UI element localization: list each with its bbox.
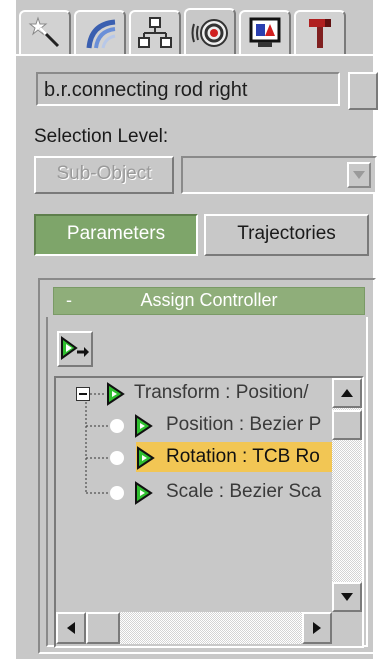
sub-object-button[interactable]: Sub-Object (34, 156, 174, 194)
tree-item-position[interactable]: Position : Bezier P (166, 414, 321, 436)
scroll-right-button[interactable] (302, 612, 332, 644)
assign-controller-button[interactable] (57, 331, 93, 367)
motion-wheel-icon (191, 19, 228, 47)
rollout-title: Assign Controller (140, 290, 278, 310)
magic-wand-icon (28, 16, 60, 48)
display-monitor-icon (249, 17, 281, 47)
hierarchy-icon (138, 17, 172, 48)
chevron-down-icon[interactable] (347, 162, 371, 188)
modify-tab[interactable] (74, 10, 126, 54)
tab-divider (16, 54, 373, 56)
hierarchy-tab[interactable] (129, 10, 181, 54)
object-name-field[interactable]: b.r.connecting rod right (36, 72, 340, 106)
tree-expander-minus[interactable] (76, 387, 90, 401)
display-tab[interactable] (239, 10, 291, 54)
horizontal-scroll-thumb[interactable] (86, 612, 120, 644)
tree-node-dot (110, 419, 124, 433)
object-color-swatch[interactable] (348, 72, 378, 110)
bend-arc-icon (86, 19, 116, 49)
controller-icon (135, 481, 153, 505)
controller-icon (135, 414, 153, 438)
create-tab[interactable] (19, 10, 71, 54)
trajectories-button[interactable]: Trajectories (204, 214, 369, 256)
selection-level-label: Selection Level: (34, 126, 169, 147)
assign-controller-icon (61, 336, 89, 360)
controller-icon (137, 446, 155, 470)
tree-item-scale[interactable]: Scale : Bezier Sca (166, 481, 321, 503)
vertical-scroll-thumb[interactable] (332, 410, 362, 440)
command-panel: b.r.connecting rod right Selection Level… (16, 0, 378, 659)
motion-tab[interactable] (184, 8, 236, 56)
tree-item-transform[interactable]: Transform : Position/ (134, 382, 309, 404)
tree-node-dot (110, 486, 124, 500)
assign-controller-rollout-header[interactable]: - Assign Controller (53, 287, 365, 315)
arrow-up-icon (341, 389, 353, 397)
sub-object-dropdown[interactable] (181, 156, 377, 194)
utilities-tab[interactable] (294, 10, 346, 54)
scrollbar-corner (332, 612, 362, 644)
scroll-down-button[interactable] (332, 582, 362, 612)
tree-node-dot (110, 451, 124, 465)
tree-item-rotation[interactable]: Rotation : TCB Ro (166, 446, 320, 468)
controller-tree[interactable]: Transform : Position/ Position : Bezier … (54, 376, 364, 648)
controller-icon (107, 382, 125, 406)
arrow-right-icon (313, 622, 321, 634)
tree-viewport: Transform : Position/ Position : Bezier … (56, 378, 332, 612)
arrow-down-icon (341, 593, 353, 601)
parameters-button[interactable]: Parameters (34, 214, 198, 256)
scroll-up-button[interactable] (332, 378, 362, 408)
hammer-icon (309, 19, 331, 48)
scroll-left-button[interactable] (56, 612, 86, 644)
arrow-left-icon (67, 622, 75, 634)
